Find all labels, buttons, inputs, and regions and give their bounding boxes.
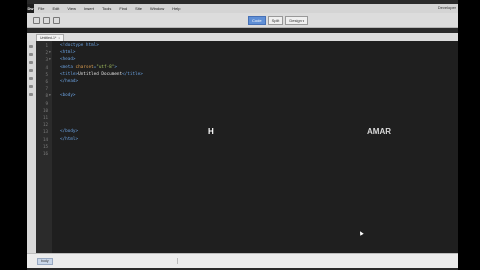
- save-icon[interactable]: [53, 17, 60, 24]
- status-divider: [177, 258, 178, 264]
- view-switcher: Code Split Design ▾: [248, 16, 309, 25]
- code-editor[interactable]: 1 2 ▾ 3 ▾ 4 5 6 7 8 ▾ 9 10 11 12 13 14 15 16 <!doctype htm…: [27, 41, 458, 253]
- new-file-icon[interactable]: [33, 17, 40, 24]
- line-number-gutter: 1 2 ▾ 3 ▾ 4 5 6 7 8 ▾ 9 10 11 12 13 14 15 16: [36, 41, 52, 253]
- menu-bar: Dw File Edit View Insert Tools Find Site Window…: [27, 4, 458, 13]
- line-number: 9: [45, 100, 48, 106]
- close-icon[interactable]: ×: [58, 36, 60, 40]
- line-number: 13: [42, 129, 48, 135]
- app-logo: Dw: [27, 4, 34, 13]
- line-number: 2: [45, 50, 48, 56]
- menu-item-find[interactable]: Find: [115, 6, 131, 11]
- document-tab[interactable]: Untitled-1* ×: [36, 34, 65, 41]
- code-line[interactable]: <head>: [60, 56, 76, 63]
- balance-braces-icon[interactable]: [29, 77, 33, 80]
- code-line[interactable]: <meta charset="utf-8">: [60, 64, 117, 71]
- overlay-letter: H: [208, 127, 214, 136]
- code-token: </body>: [60, 129, 79, 135]
- line-number: 15: [42, 143, 48, 149]
- line-number: 6: [45, 79, 48, 84]
- line-number: 16: [42, 151, 48, 156]
- workspace-label[interactable]: Developer: [438, 5, 456, 10]
- code-line[interactable]: <body>: [60, 92, 76, 99]
- code-token: >: [114, 64, 117, 70]
- menu-item-tools[interactable]: Tools: [98, 6, 115, 11]
- line-number: 10: [42, 107, 48, 113]
- view-code-button[interactable]: Code: [248, 16, 266, 25]
- code-token: <head>: [60, 57, 76, 63]
- code-token: </html>: [60, 136, 79, 142]
- code-line[interactable]: <title>Untitled Document</title>: [60, 71, 143, 78]
- document-tab-bar: Untitled-1* ×: [27, 33, 458, 41]
- code-token: <!doctype html>: [60, 43, 99, 48]
- code-line[interactable]: </html>: [60, 136, 78, 143]
- menu-item-help[interactable]: Help: [168, 6, 184, 11]
- line-number: 12: [42, 122, 48, 128]
- fold-toggle-icon[interactable]: ▾: [49, 56, 51, 63]
- line-number: 4: [45, 64, 48, 70]
- collapse-icon[interactable]: [29, 53, 33, 56]
- select-parent-tag-icon[interactable]: [29, 69, 33, 72]
- menu-item-window[interactable]: Window: [146, 6, 168, 11]
- view-design-button[interactable]: Design ▾: [285, 16, 309, 25]
- tag-selector[interactable]: body: [37, 258, 53, 265]
- chevron-down-icon: ▾: [301, 19, 305, 23]
- code-token: charset: [75, 64, 94, 70]
- code-token: Untitled Document: [78, 71, 123, 77]
- code-token: "utf-8": [96, 64, 115, 70]
- line-number: 1: [45, 43, 48, 48]
- code-token: <meta: [60, 64, 76, 70]
- code-token: <html>: [60, 50, 76, 56]
- expand-icon[interactable]: [29, 61, 33, 64]
- open-file-icon[interactable]: [43, 17, 50, 24]
- menu-item-view[interactable]: View: [63, 6, 80, 11]
- code-line[interactable]: </head>: [60, 78, 78, 85]
- menu-item-insert[interactable]: Insert: [80, 6, 98, 11]
- code-line[interactable]: </body>: [60, 128, 78, 135]
- line-number: 3: [45, 57, 48, 63]
- document-tab-label: Untitled-1*: [40, 36, 57, 40]
- line-numbers-icon[interactable]: [29, 85, 33, 88]
- menu-item-file[interactable]: File: [34, 6, 48, 11]
- code-token: <title>: [60, 71, 79, 77]
- line-number: 11: [42, 115, 48, 120]
- toolbar: Code Split Design ▾: [27, 13, 458, 28]
- line-number: 8: [45, 93, 48, 99]
- open-documents-icon[interactable]: [29, 45, 33, 48]
- code-line[interactable]: <!doctype html>: [60, 42, 99, 49]
- menu-item-edit[interactable]: Edit: [48, 6, 63, 11]
- view-split-button[interactable]: Split: [267, 16, 284, 25]
- line-number: 5: [45, 71, 48, 77]
- status-bar: body: [27, 253, 458, 268]
- code-token: <body>: [60, 93, 76, 99]
- fold-toggle-icon[interactable]: ▾: [49, 92, 51, 99]
- menu-item-site[interactable]: Site: [131, 6, 146, 11]
- code-token: </title>: [122, 71, 143, 77]
- line-number: 14: [42, 136, 48, 142]
- dreamweaver-window: Dw File Edit View Insert Tools Find Site Window…: [27, 0, 458, 270]
- overlay-watermark: AMAR: [367, 127, 391, 136]
- code-line[interactable]: <html>: [60, 49, 76, 56]
- fold-toggle-icon[interactable]: ▾: [49, 49, 51, 56]
- code-token: </head>: [60, 79, 79, 84]
- comment-icon[interactable]: [29, 93, 33, 96]
- line-number: 7: [45, 86, 48, 92]
